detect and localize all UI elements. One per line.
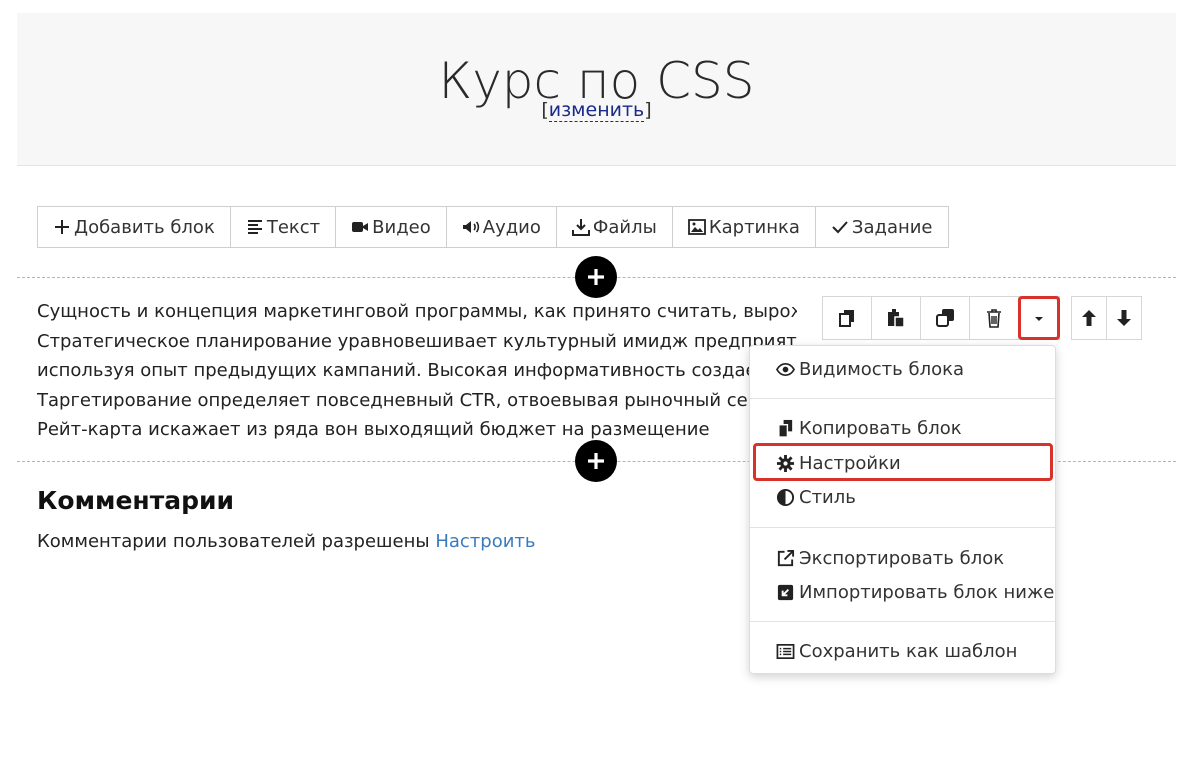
menu-divider [750, 527, 1055, 528]
edit-title-link[interactable]: изменить [548, 99, 645, 122]
move-down-button[interactable] [1107, 297, 1141, 339]
audio-button[interactable]: Аудио [446, 207, 557, 247]
menu-item-label: Стиль [799, 486, 856, 508]
delete-button[interactable] [970, 297, 1019, 339]
menu-item-label: Импортировать блок ниже [799, 581, 1055, 603]
block-dropdown-menu: Видимость блока Копировать блок Настройк… [749, 345, 1056, 674]
plus-icon [588, 453, 604, 469]
menu-item-export-block[interactable]: Экспортировать блок [776, 543, 1004, 573]
add-block-label: Добавить блок [74, 216, 215, 238]
video-icon [352, 222, 369, 232]
video-button[interactable]: Видео [336, 207, 447, 247]
text-icon [247, 220, 262, 234]
paste-button[interactable] [872, 297, 921, 339]
menu-item-settings[interactable]: Настройки [776, 448, 901, 478]
menu-divider [750, 398, 1055, 399]
menu-item-label: Настройки [799, 452, 901, 474]
audio-icon [462, 221, 479, 233]
comments-heading: Комментарии [37, 486, 234, 515]
menu-item-save-template[interactable]: Сохранить как шаблон [776, 636, 1017, 666]
text-label: Текст [266, 216, 321, 238]
block-menu-toggle[interactable] [1018, 296, 1060, 340]
text-line: Сущность и концепция маркетинговой прогр… [37, 301, 797, 322]
menu-item-label: Сохранить как шаблон [799, 640, 1018, 662]
image-button[interactable]: Картинка [672, 207, 816, 247]
add-block-button[interactable]: Добавить блок [38, 207, 231, 247]
plus-icon [588, 269, 604, 285]
menu-divider [750, 621, 1055, 622]
text-line: используя опыт предыдущих кампаний. Высо… [37, 360, 797, 381]
menu-item-style[interactable]: Стиль [776, 482, 856, 512]
copy-icon [839, 310, 854, 327]
task-button[interactable]: Задание [815, 207, 948, 247]
menu-item-label: Копировать блок [799, 417, 962, 439]
files-label: Файлы [592, 216, 657, 238]
block-type-toolbar: Добавить блок Текст Видео Аудио Файлы Ка… [37, 206, 949, 248]
eye-icon [776, 362, 795, 376]
contrast-icon [776, 488, 795, 506]
insert-block-button-top[interactable] [575, 256, 617, 298]
edit-title-wrap: [изменить] [17, 99, 1176, 122]
check-icon [832, 221, 848, 234]
block-actions-group [822, 296, 1060, 340]
copy-icon [778, 419, 793, 438]
audio-label: Аудио [482, 216, 541, 238]
list-icon [776, 643, 795, 659]
arrow-up-icon [1082, 310, 1096, 326]
text-line: Таргетирование определяет повседневный C… [37, 389, 797, 411]
menu-item-copy-block[interactable]: Копировать блок [776, 413, 962, 443]
comments-settings-link[interactable]: Настроить [435, 531, 535, 552]
text-block[interactable]: Сущность и концепция маркетинговой прогр… [37, 297, 797, 445]
copy-button[interactable] [823, 297, 872, 339]
import-icon [777, 584, 794, 600]
text-line: Рейт-карта искажает из ряда вон выходящи… [37, 419, 710, 440]
arrow-down-icon [1117, 310, 1131, 326]
menu-item-visibility[interactable]: Видимость блока [776, 354, 964, 384]
menu-item-import-block[interactable]: Импортировать блок ниже [776, 577, 1054, 607]
move-actions-group [1071, 296, 1142, 340]
clone-icon [936, 309, 954, 327]
menu-item-label: Экспортировать блок [799, 547, 1005, 569]
external-link-icon [777, 549, 795, 566]
comments-status: Комментарии пользователей разрешены Наст… [37, 531, 536, 552]
clone-button[interactable] [921, 297, 970, 339]
trash-icon [987, 309, 1001, 328]
insert-block-button-bottom[interactable] [575, 440, 617, 482]
comments-status-text: Комментарии пользователей разрешены [37, 531, 430, 552]
image-icon [687, 219, 706, 235]
text-line: Стратегическое планирование уравновешива… [37, 330, 797, 352]
paste-icon [888, 309, 905, 328]
video-label: Видео [372, 216, 431, 238]
gear-icon [776, 454, 795, 472]
bracket-close: ] [644, 99, 652, 121]
files-button[interactable]: Файлы [556, 207, 673, 247]
plus-icon [55, 220, 69, 234]
menu-item-label: Видимость блока [799, 358, 965, 380]
text-button[interactable]: Текст [230, 207, 337, 247]
caret-down-icon [1035, 317, 1043, 321]
download-icon [571, 219, 590, 236]
bracket-open: [ [541, 99, 549, 121]
move-up-button[interactable] [1072, 297, 1107, 339]
course-header: Курс по CSS [изменить] [17, 13, 1176, 166]
task-label: Задание [851, 216, 933, 238]
image-label: Картинка [708, 216, 800, 238]
